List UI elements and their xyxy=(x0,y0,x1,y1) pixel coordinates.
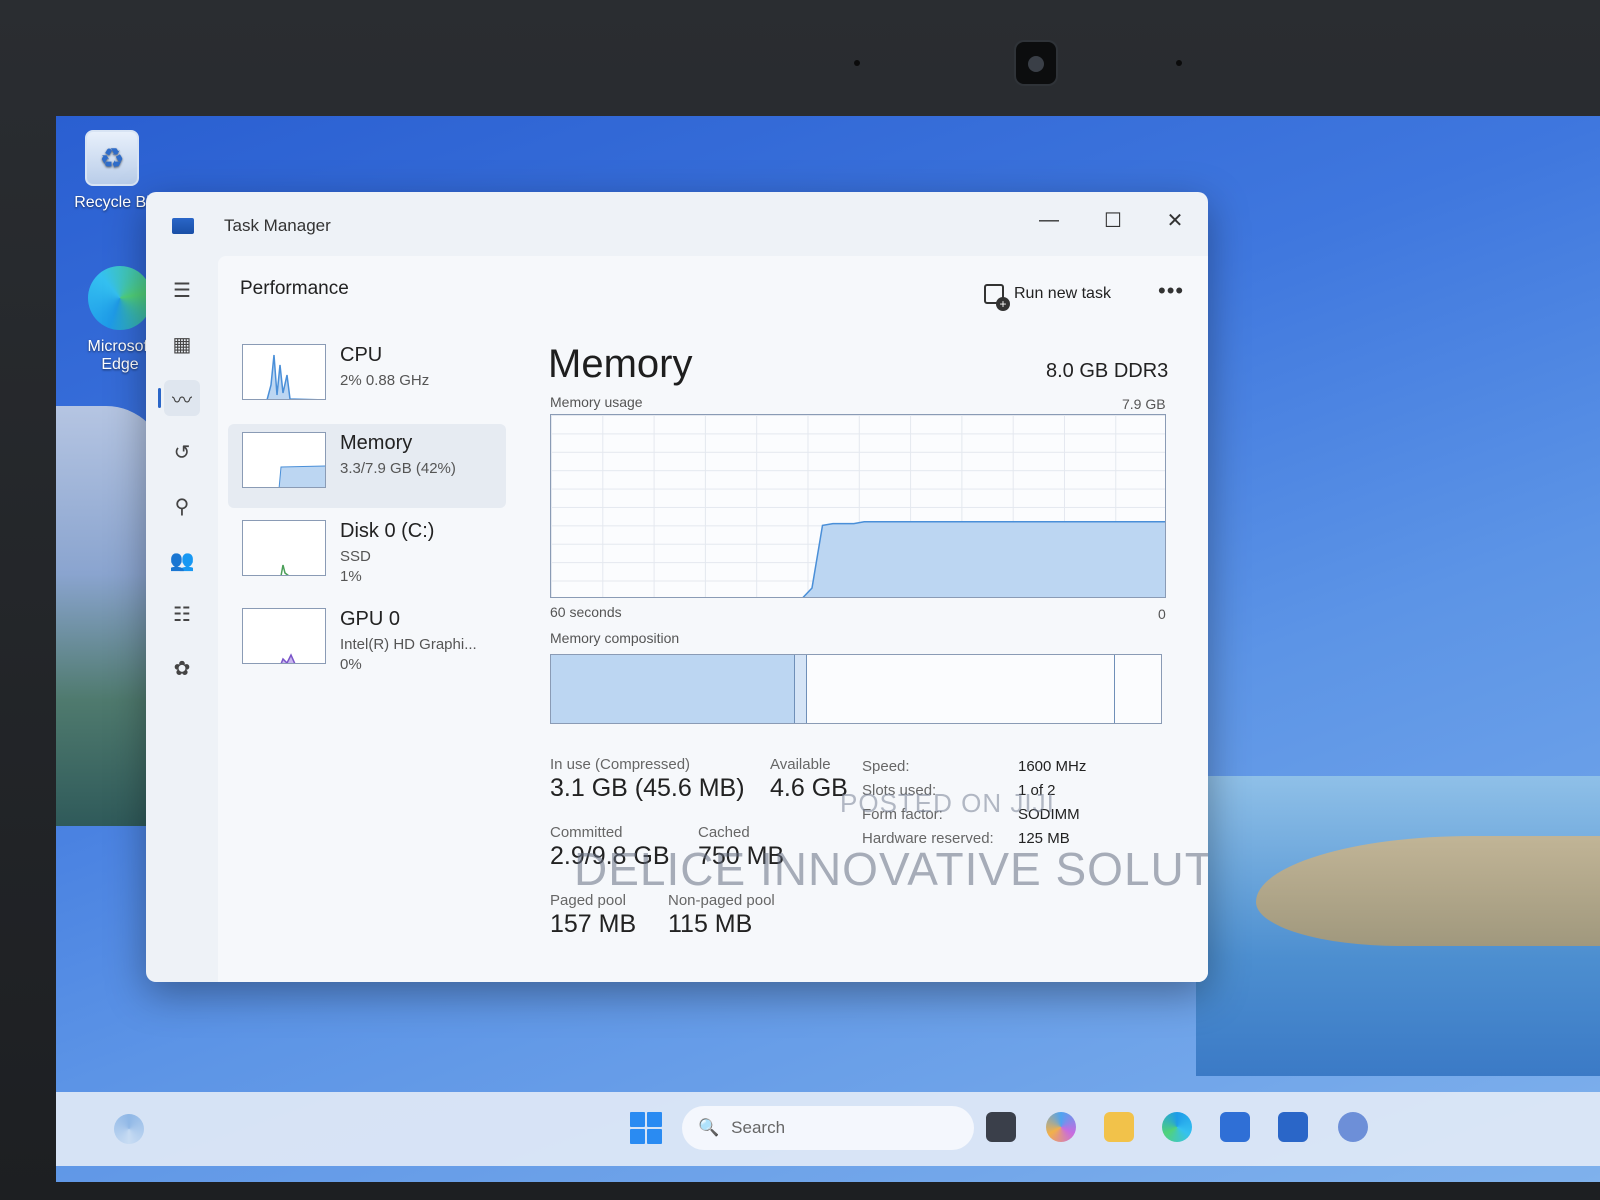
in-use-label: In use (Compressed) xyxy=(550,756,691,773)
sensor-dot xyxy=(854,60,860,66)
page-title: Performance xyxy=(240,278,349,299)
perf-name: Disk 0 (C:) xyxy=(340,520,435,542)
more-options-button[interactable]: ••• xyxy=(1158,278,1184,304)
performance-pane: Performance Run new task ••• CPU 2% 0.88… xyxy=(218,256,1208,982)
task-view-icon[interactable] xyxy=(986,1112,1016,1142)
gpu-thumbnail xyxy=(242,608,326,664)
perf-name: Memory xyxy=(340,432,413,454)
taskbar-search[interactable]: 🔍 Search xyxy=(682,1106,974,1150)
perf-name: CPU xyxy=(340,344,383,366)
sensor-dot xyxy=(1176,60,1182,66)
non-paged-pool-value: 115 MB xyxy=(668,910,753,938)
close-button[interactable]: ✕ xyxy=(1152,202,1198,238)
memory-usage-area xyxy=(802,520,1165,597)
perf-item-disk[interactable]: Disk 0 (C:) SSD 1% xyxy=(228,512,506,596)
maximize-button[interactable]: ☐ xyxy=(1090,202,1136,238)
perf-sub2: 0% xyxy=(340,656,362,673)
run-task-label: Run new task xyxy=(1014,285,1111,302)
disk-sparkline xyxy=(280,564,289,575)
cpu-sparkline xyxy=(266,354,318,399)
composition-segment xyxy=(795,655,808,723)
available-value: 4.6 GB xyxy=(770,774,848,802)
edge-icon xyxy=(88,266,152,330)
watermark-company: DELICE INNOVATIVE SOLUTIONS xyxy=(574,843,1208,895)
task-manager-window: Task Manager — ☐ ✕ ☰ ▦ 〰 ↺ ⚲ 👥 ☷ ✿ ⚙ Per… xyxy=(146,192,1208,982)
settings-gear-icon[interactable] xyxy=(1338,1112,1368,1142)
perf-sub: SSD xyxy=(340,548,371,565)
task-manager-taskbar-icon[interactable] xyxy=(1278,1112,1308,1142)
memory-composition-bar xyxy=(550,654,1162,724)
nav-rail: ☰ ▦ 〰 ↺ ⚲ 👥 ☷ ✿ ⚙ xyxy=(146,252,218,982)
speed-value: 1600 MHz xyxy=(1018,758,1087,775)
perf-item-gpu[interactable]: GPU 0 Intel(R) HD Graphi... 0% xyxy=(228,600,506,684)
memory-usage-series xyxy=(802,520,1165,597)
perf-sub: 2% 0.88 GHz xyxy=(340,372,430,389)
recycle-bin-icon: ♻ xyxy=(85,130,139,186)
in-use-value: 3.1 GB (45.6 MB) xyxy=(550,774,745,802)
search-placeholder: Search xyxy=(731,1118,786,1137)
webcam xyxy=(1014,40,1058,86)
memory-sparkline xyxy=(278,465,325,487)
perf-sub2: 1% xyxy=(340,568,362,585)
composition-segment xyxy=(551,655,795,723)
disk-thumbnail xyxy=(242,520,326,576)
processes-icon[interactable]: ▦ xyxy=(164,326,200,362)
time-label: 60 seconds xyxy=(550,604,622,620)
task-manager-icon xyxy=(172,218,194,234)
composition-label: Memory composition xyxy=(550,630,680,646)
performance-list: CPU 2% 0.88 GHz Memory 3.3/7.9 GB (42%) xyxy=(228,336,508,688)
hamburger-icon[interactable]: ☰ xyxy=(164,272,200,308)
taskbar: 🔍 Search xyxy=(56,1092,1600,1166)
memory-type: 8.0 GB DDR3 xyxy=(1046,360,1169,382)
perf-item-memory[interactable]: Memory 3.3/7.9 GB (42%) xyxy=(228,424,506,508)
store-icon[interactable] xyxy=(1220,1112,1250,1142)
title-bar[interactable]: Task Manager — ☐ ✕ xyxy=(146,192,1208,252)
watermark-posted: POSTED ON JIJI xyxy=(840,788,1055,818)
start-button[interactable] xyxy=(630,1112,662,1144)
cached-label: Cached xyxy=(698,824,750,841)
services-icon[interactable]: ✿ xyxy=(164,650,200,686)
available-label: Available xyxy=(770,756,831,773)
memory-usage-graph xyxy=(550,414,1166,598)
speed-label: Speed: xyxy=(862,758,910,775)
perf-sub: 3.3/7.9 GB (42%) xyxy=(340,460,456,477)
perf-sub: Intel(R) HD Graphi... xyxy=(340,636,477,653)
app-history-icon[interactable]: ↺ xyxy=(164,434,200,470)
memory-heading: Memory xyxy=(548,342,693,386)
desktop: ♻ Recycle Bi Microsoft Edge Task Manager… xyxy=(56,116,1600,1182)
file-explorer-icon[interactable] xyxy=(1104,1112,1134,1142)
committed-label: Committed xyxy=(550,824,623,841)
search-icon: 🔍 xyxy=(698,1118,720,1137)
widgets-icon[interactable] xyxy=(114,1114,144,1144)
minimize-button[interactable]: — xyxy=(1026,202,1072,238)
copilot-icon[interactable] xyxy=(1046,1112,1076,1142)
startup-icon[interactable]: ⚲ xyxy=(164,488,200,524)
performance-icon[interactable]: 〰 xyxy=(158,380,200,416)
usage-label: Memory usage xyxy=(550,394,643,410)
paged-pool-value: 157 MB xyxy=(550,910,637,938)
usage-max: 7.9 GB xyxy=(1122,396,1166,412)
users-icon[interactable]: 👥 xyxy=(164,542,200,578)
run-new-task-button[interactable]: Run new task xyxy=(984,284,1111,311)
perf-name: GPU 0 xyxy=(340,608,401,630)
run-task-icon xyxy=(984,284,1010,311)
cpu-thumbnail xyxy=(242,344,326,400)
perf-item-cpu[interactable]: CPU 2% 0.88 GHz xyxy=(228,336,506,420)
memory-thumbnail xyxy=(242,432,326,488)
composition-segment xyxy=(807,655,1116,723)
gpu-sparkline xyxy=(280,653,296,663)
edge-icon[interactable] xyxy=(1162,1112,1192,1142)
window-title: Task Manager xyxy=(224,216,331,235)
details-icon[interactable]: ☷ xyxy=(164,596,200,632)
time-end-label: 0 xyxy=(1158,606,1166,622)
